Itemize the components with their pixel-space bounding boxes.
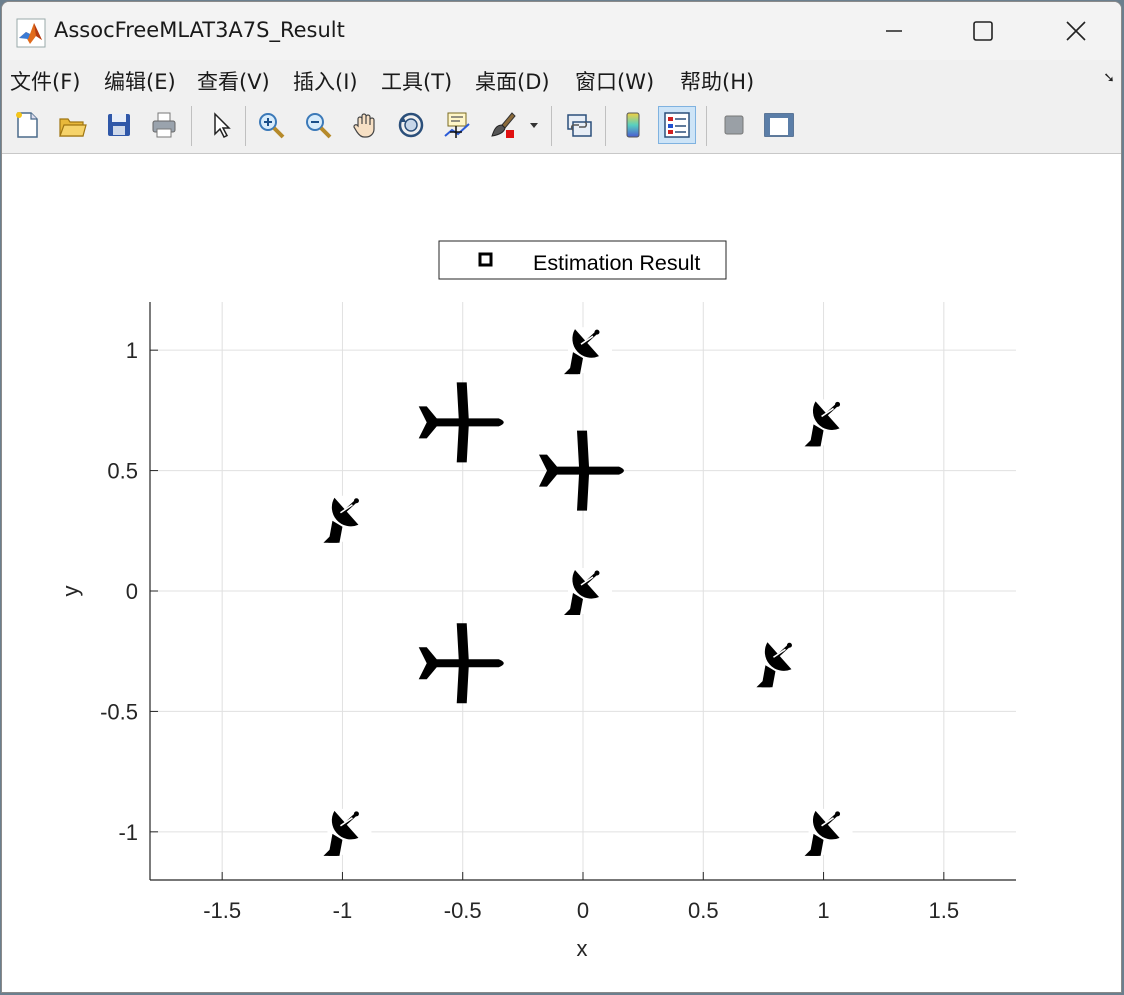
zoom-in-icon	[259, 113, 285, 139]
radar-antenna-marker	[804, 399, 853, 447]
plot-svg[interactable]: -1.5 -1 -0.5 0 0.5 1 1.5 1 0.5 0 -0.5 -1 x y Estim…	[2, 154, 1122, 993]
menu-view[interactable]: 查看(V)	[197, 66, 270, 96]
edit-plot-pointer-icon	[214, 112, 231, 139]
y-tick-label: 0	[126, 579, 138, 604]
insert-legend-button[interactable]	[658, 106, 696, 144]
hide-plot-tools-icon	[724, 115, 744, 135]
y-axis-label: y	[58, 586, 83, 597]
menu-help[interactable]: 帮助(H)	[680, 66, 754, 96]
menu-edit[interactable]: 编辑(E)	[104, 66, 176, 96]
new-figure-icon	[16, 112, 38, 138]
toolbar-separator	[551, 106, 552, 146]
show-plot-tools-button[interactable]	[760, 106, 798, 144]
y-tick-label: 0.5	[107, 459, 138, 484]
y-tick-label: -0.5	[100, 699, 138, 724]
pan-hand-icon	[353, 113, 375, 138]
menu-insert[interactable]: 插入(I)	[293, 66, 358, 96]
zoom-out-button[interactable]	[299, 106, 337, 144]
brush-options-button[interactable]	[526, 106, 542, 144]
rotate-3d-icon	[398, 112, 424, 138]
data-cursor-button[interactable]	[438, 106, 476, 144]
link-plot-button[interactable]	[560, 106, 598, 144]
x-tick-label: 1.5	[929, 898, 960, 923]
open-file-button[interactable]	[53, 106, 91, 144]
y-tick-label: -1	[118, 820, 138, 845]
radar-antenna-marker	[804, 808, 853, 856]
zoom-out-icon	[306, 113, 332, 139]
radar-antenna-marker	[323, 808, 372, 856]
radar-antenna-marker	[323, 495, 372, 543]
menu-desktop[interactable]: 桌面(D)	[475, 66, 550, 96]
x-tick-labels: -1.5 -1 -0.5 0 0.5 1 1.5	[203, 898, 959, 923]
zoom-in-button[interactable]	[252, 106, 290, 144]
y-tick-label: 1	[126, 338, 138, 363]
x-tick-label: -0.5	[444, 898, 482, 923]
airplane-marker	[418, 623, 504, 704]
dock-arrow-icon[interactable]: ➘	[1103, 70, 1115, 86]
legend-entry-label: Estimation Result	[533, 251, 700, 275]
legend[interactable]: Estimation Result	[438, 240, 727, 280]
menu-bar: 文件(F) 编辑(E) 查看(V) 插入(I) 工具(T) 桌面(D) 窗口(W…	[2, 60, 1121, 100]
matlab-logo-icon	[16, 18, 46, 48]
figure-canvas[interactable]: -1.5 -1 -0.5 0 0.5 1 1.5 1 0.5 0 -0.5 -1 x y Estim…	[2, 154, 1121, 992]
hide-plot-tools-button[interactable]	[715, 106, 753, 144]
maximize-button[interactable]	[937, 2, 1029, 60]
toolbar-separator	[191, 106, 192, 146]
brush-button[interactable]	[484, 106, 522, 144]
airplane-marker	[418, 382, 504, 463]
x-axis-label: x	[577, 936, 588, 961]
print-icon	[152, 112, 176, 138]
legend-icon	[664, 112, 690, 138]
x-tick-label: 0	[577, 898, 589, 923]
x-tick-label: 0.5	[688, 898, 719, 923]
link-plot-icon	[567, 114, 592, 137]
show-plot-tools-icon	[764, 113, 794, 137]
title-bar[interactable]: AssocFreeMLAT3A7S_Result	[2, 2, 1121, 60]
minimize-button[interactable]	[848, 2, 940, 60]
edit-plot-button[interactable]	[201, 106, 239, 144]
toolbar-separator	[245, 106, 246, 146]
maximize-icon	[973, 21, 993, 41]
x-tick-label: -1	[333, 898, 353, 923]
airplane-marker	[539, 430, 624, 511]
colorbar-icon	[626, 112, 640, 138]
open-file-icon	[59, 118, 87, 137]
rotate-3d-button[interactable]	[392, 106, 430, 144]
menu-file[interactable]: 文件(F)	[10, 66, 80, 96]
y-tick-labels: 1 0.5 0 -0.5 -1	[100, 338, 138, 845]
radar-antenna-marker	[756, 640, 805, 688]
window-title: AssocFreeMLAT3A7S_Result	[54, 18, 345, 42]
pan-button[interactable]	[346, 106, 384, 144]
menu-window[interactable]: 窗口(W)	[575, 66, 654, 96]
print-button[interactable]	[145, 106, 183, 144]
chevron-down-icon	[530, 123, 538, 128]
close-button[interactable]	[1030, 2, 1121, 60]
new-figure-button[interactable]	[8, 106, 46, 144]
radar-antenna-marker	[564, 327, 612, 375]
x-tick-label: -1.5	[203, 898, 241, 923]
brush-icon	[491, 112, 516, 138]
figure-window: AssocFreeMLAT3A7S_Result 文件(F) 编辑(E) 查看(…	[1, 1, 1122, 993]
insert-colorbar-button[interactable]	[614, 106, 652, 144]
save-button[interactable]	[100, 106, 138, 144]
minimize-icon	[886, 30, 902, 32]
data-cursor-icon	[444, 112, 470, 138]
menu-tools[interactable]: 工具(T)	[381, 66, 452, 96]
figure-toolbar	[2, 100, 1121, 154]
x-tick-label: 1	[817, 898, 829, 923]
save-icon	[108, 114, 130, 136]
close-icon	[1066, 21, 1086, 41]
toolbar-separator	[605, 106, 606, 146]
radar-antenna-marker	[564, 568, 612, 615]
toolbar-separator	[706, 106, 707, 146]
